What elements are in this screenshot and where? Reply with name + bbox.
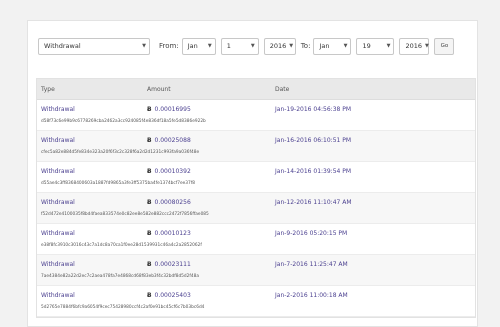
bitcoin-icon: Ƀ — [147, 199, 152, 206]
column-header-amount: Amount — [147, 85, 171, 93]
table-row: Withdrawal Ƀ 0.00025403 Jan-2-2016 11:00… — [37, 286, 475, 317]
bitcoin-icon: Ƀ — [147, 261, 152, 268]
amount-value: 0.00010123 — [154, 230, 191, 237]
to-month-select[interactable]: Jan ▼ — [313, 37, 352, 55]
row-amount: Ƀ 0.00025088 — [147, 137, 191, 144]
bitcoin-icon: Ƀ — [147, 168, 152, 175]
table-row: Withdrawal Ƀ 0.00023111 Jan-7-2016 11:25… — [37, 255, 475, 286]
amount-value: 0.00025088 — [154, 137, 191, 144]
bitcoin-icon: Ƀ — [147, 106, 152, 113]
transactions-table: Type Amount Date Withdrawal Ƀ 0.00016995… — [36, 78, 476, 318]
row-date: Jan-19-2016 04:56:38 PM — [275, 106, 352, 113]
row-type-link[interactable]: Withdrawal — [41, 199, 75, 206]
to-year-select[interactable]: 2016 ▼ — [399, 37, 430, 55]
from-year-value: 2016 — [269, 42, 287, 50]
transaction-hash-link[interactable]: 5d2765e7884f6bfc9a6054f9cec75428980ccf4c… — [41, 305, 204, 310]
chevron-down-icon: ▼ — [207, 43, 212, 49]
from-day-select[interactable]: 1 ▼ — [220, 37, 259, 55]
column-header-type: Type — [41, 85, 55, 93]
amount-value: 0.00023111 — [154, 261, 191, 268]
to-year-value: 2016 — [405, 42, 422, 50]
to-day-value: 19 — [362, 42, 371, 50]
table-row: Withdrawal Ƀ 0.00016995 Jan-19-2016 04:5… — [37, 100, 475, 131]
row-amount: Ƀ 0.00080256 — [147, 199, 191, 206]
amount-value: 0.00016995 — [154, 106, 191, 113]
table-row: Withdrawal Ƀ 0.00010392 Jan-14-2016 01:3… — [37, 162, 475, 193]
transaction-hash-link[interactable]: f52d472e4100035f8bd4faea833574e0c82ee8e5… — [41, 212, 209, 217]
row-type-link[interactable]: Withdrawal — [41, 168, 75, 175]
row-type-link[interactable]: Withdrawal — [41, 292, 75, 299]
table-row: Withdrawal Ƀ 0.00025088 Jan-16-2016 06:1… — [37, 131, 475, 162]
row-amount: Ƀ 0.00016995 — [147, 106, 191, 113]
transaction-hash-link[interactable]: d55ae4c3ff8368400603a1887fd9865a3fe3ff53… — [41, 181, 195, 186]
chevron-down-icon: ▼ — [386, 43, 391, 49]
chevron-down-icon: ▼ — [424, 43, 429, 49]
chevron-down-icon: ▼ — [289, 43, 294, 49]
transactions-card: Withdrawal ▼ From: Jan ▼ 1 ▼ 2016 ▼ To: … — [27, 20, 478, 327]
from-month-select[interactable]: Jan ▼ — [181, 37, 216, 55]
table-row: Withdrawal Ƀ 0.00080256 Jan-12-2016 11:1… — [37, 193, 475, 224]
row-type-link[interactable]: Withdrawal — [41, 106, 75, 113]
row-date: Jan-16-2016 06:10:51 PM — [275, 137, 352, 144]
table-row: Withdrawal Ƀ 0.00010123 Jan-9-2016 05:20… — [37, 224, 475, 255]
from-day-value: 1 — [226, 42, 231, 50]
row-date: Jan-9-2016 05:20:15 PM — [275, 230, 348, 237]
amount-value: 0.00010392 — [154, 168, 191, 175]
bitcoin-icon: Ƀ — [147, 230, 152, 237]
transaction-hash-link[interactable]: e38f8fc3910c3016c43c7a1dc8a70ca1f0ee28d1… — [41, 243, 202, 248]
bitcoin-icon: Ƀ — [147, 137, 152, 144]
bitcoin-icon: Ƀ — [147, 292, 152, 299]
transaction-hash-link[interactable]: 7ae4384e82a22d2ec7c2aea478fa7e4868cd68f8… — [41, 274, 199, 279]
from-month-value: Jan — [187, 42, 198, 50]
row-date: Jan-2-2016 11:00:18 AM — [275, 292, 348, 299]
from-label: From: — [159, 42, 179, 50]
row-type-link[interactable]: Withdrawal — [41, 137, 75, 144]
type-select[interactable]: Withdrawal ▼ — [38, 37, 150, 55]
amount-value: 0.00080256 — [154, 199, 191, 206]
transaction-hash-link[interactable]: cfec5a82e884d5fe834e323a20f6f3c2c328f6a2… — [41, 150, 199, 155]
row-type-link[interactable]: Withdrawal — [41, 230, 75, 237]
row-amount: Ƀ 0.00023111 — [147, 261, 191, 268]
to-month-value: Jan — [319, 42, 330, 50]
chevron-down-icon: ▼ — [142, 43, 146, 49]
row-date: Jan-12-2016 11:10:47 AM — [275, 199, 352, 206]
table-header: Type Amount Date — [37, 79, 475, 100]
chevron-down-icon: ▼ — [250, 43, 255, 49]
to-day-select[interactable]: 19 ▼ — [356, 37, 395, 55]
amount-value: 0.00025403 — [154, 292, 191, 299]
go-button[interactable]: Go — [434, 37, 455, 55]
row-amount: Ƀ 0.00010123 — [147, 230, 191, 237]
to-label: To: — [300, 42, 311, 50]
type-select-value: Withdrawal — [44, 42, 81, 50]
transaction-hash-link[interactable]: d58f73c6e99b9c6778269cba2462a3cc924085f4… — [41, 119, 206, 124]
row-amount: Ƀ 0.00025403 — [147, 292, 191, 299]
chevron-down-icon: ▼ — [343, 43, 348, 49]
row-amount: Ƀ 0.00010392 — [147, 168, 191, 175]
row-type-link[interactable]: Withdrawal — [41, 261, 75, 268]
column-header-date: Date — [275, 85, 290, 93]
filter-bar: Withdrawal ▼ From: Jan ▼ 1 ▼ 2016 ▼ To: … — [38, 37, 455, 55]
row-date: Jan-7-2016 11:25:47 AM — [275, 261, 348, 268]
from-year-select[interactable]: 2016 ▼ — [263, 37, 296, 55]
row-date: Jan-14-2016 01:39:54 PM — [275, 168, 352, 175]
